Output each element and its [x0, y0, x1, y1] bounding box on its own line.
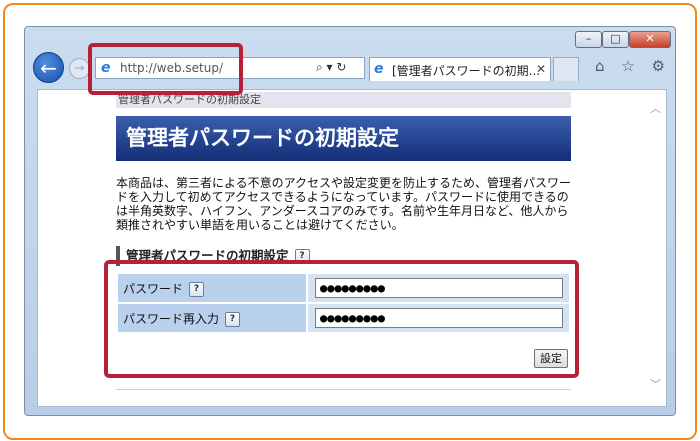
search-icon[interactable]: ⌕ ▾	[316, 60, 333, 74]
divider	[116, 389, 571, 390]
password-form: パスワード? ●●●●●●●●● パスワード再入力? ●●●●●●●●●	[116, 272, 571, 334]
browser-window: – □ ✕ ← → e http://web.setup/ ⌕ ▾ ↻ e [管…	[24, 26, 676, 416]
tab-close-icon[interactable]: ✕	[536, 62, 546, 76]
refresh-icon[interactable]: ↻	[336, 60, 346, 74]
page-title: 管理者パスワードの初期設定	[116, 116, 571, 161]
address-bar[interactable]: e http://web.setup/ ⌕ ▾ ↻	[95, 57, 365, 79]
arrow-left-icon: ←	[40, 56, 57, 80]
toolbar-icons[interactable]: ⌂ ☆ ⚙	[595, 57, 671, 75]
password-label: パスワード	[123, 281, 184, 296]
section-heading-text: 管理者パスワードの初期設定	[126, 248, 289, 263]
back-button[interactable]: ←	[33, 52, 64, 83]
set-button[interactable]: 設定	[534, 349, 568, 368]
forward-button[interactable]: →	[69, 58, 90, 79]
password-field[interactable]: ●●●●●●●●●	[315, 278, 563, 298]
password-help-icon[interactable]: ?	[189, 281, 205, 297]
browser-tab[interactable]: e [管理者パスワードの初期... ✕	[369, 57, 551, 81]
arrow-right-icon: →	[74, 61, 85, 75]
navigation-bar: ← → e http://web.setup/ ⌕ ▾ ↻ e [管理者パスワー…	[25, 49, 675, 89]
ie-tab-icon: e	[374, 61, 384, 77]
tab-title[interactable]: [管理者パスワードの初期...	[392, 62, 540, 79]
scroll-down-icon[interactable]: ﹀	[650, 376, 661, 392]
new-tab-button[interactable]	[553, 57, 579, 81]
page-content: ︿ ﹀ 管理者パスワードの初期設定 管理者パスワードの初期設定 本商品は、第三者…	[37, 89, 667, 407]
password-label-cell: パスワード?	[116, 272, 308, 304]
confirm-password-label: パスワード再入力	[123, 311, 220, 326]
password-input-cell: ●●●●●●●●●	[306, 272, 571, 304]
confirm-help-icon[interactable]: ?	[225, 311, 241, 327]
address-url[interactable]: http://web.setup/	[120, 61, 223, 75]
maximize-button[interactable]: □	[602, 31, 629, 48]
address-buttons[interactable]: ⌕ ▾ ↻	[316, 60, 346, 75]
help-icon[interactable]: ?	[294, 249, 310, 264]
ie-page-icon: e	[101, 60, 111, 76]
confirm-row: パスワード再入力? ●●●●●●●●●	[116, 302, 571, 334]
scroll-up-icon[interactable]: ︿	[650, 100, 661, 116]
page-description: 本商品は、第三者による不意のアクセスや設定変更を防止するため、管理者パスワードを…	[116, 176, 572, 232]
breadcrumb: 管理者パスワードの初期設定	[116, 92, 571, 108]
vertical-scrollbar[interactable]: ︿ ﹀	[646, 90, 666, 406]
password-row: パスワード? ●●●●●●●●●	[116, 272, 571, 304]
minimize-button[interactable]: –	[575, 31, 602, 48]
confirm-label-cell: パスワード再入力?	[116, 302, 308, 334]
confirm-password-field[interactable]: ●●●●●●●●●	[315, 308, 563, 328]
close-button[interactable]: ✕	[629, 31, 671, 48]
confirm-input-cell: ●●●●●●●●●	[306, 302, 571, 334]
section-heading: 管理者パスワードの初期設定?	[116, 246, 571, 266]
